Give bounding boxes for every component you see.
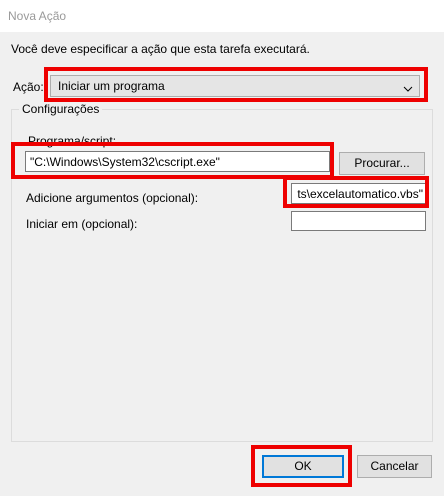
cancel-button[interactable]: Cancelar [357,455,432,478]
start-in-label: Iniciar em (opcional): [26,217,138,231]
chevron-down-icon [403,81,413,95]
settings-legend: Configurações [19,102,103,116]
ok-button[interactable]: OK [262,455,344,478]
arguments-label: Adicione argumentos (opcional): [26,191,199,205]
browse-button[interactable]: Procurar... [339,152,425,175]
action-selected-value: Iniciar um programa [58,79,165,93]
action-label: Ação: [13,80,44,94]
window-title: Nova Ação [8,9,67,23]
action-dropdown[interactable]: Iniciar um programa [50,75,420,97]
arguments-input[interactable]: ts\excelautomatico.vbs" [291,183,426,204]
start-in-input[interactable] [291,211,426,231]
program-input[interactable]: "C:\Windows\System32\cscript.exe" [25,151,330,172]
program-label: Programa/script: [28,134,117,148]
instruction-text: Você deve especificar a ação que esta ta… [11,42,310,56]
arguments-value: ts\excelautomatico.vbs" [297,187,423,201]
title-bar: Nova Ação [0,0,444,32]
